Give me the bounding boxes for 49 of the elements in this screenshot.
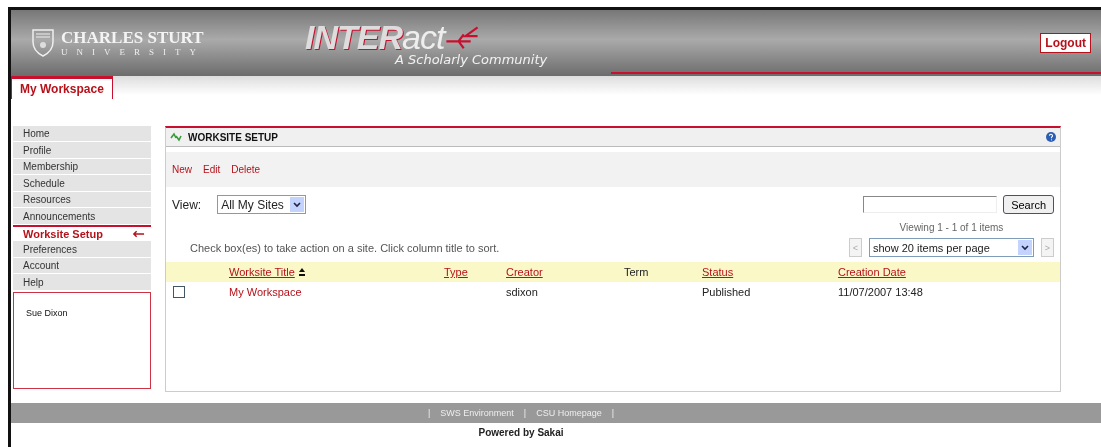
sort-ascending-icon <box>297 268 306 276</box>
chevron-down-icon <box>1021 244 1029 251</box>
powered-by: Powered by Sakai <box>478 427 564 438</box>
tagline: A Scholarly Community <box>395 51 548 67</box>
column-header: Term <box>624 266 649 278</box>
logout-button[interactable]: Logout <box>1040 33 1091 53</box>
action-link[interactable]: New <box>172 164 192 175</box>
site-link[interactable]: My Workspace <box>229 286 302 298</box>
site-tab[interactable]: My Workspace <box>11 76 113 99</box>
university-subtitle: UNIVERSITY <box>61 47 205 57</box>
sidebar-item[interactable]: Help <box>13 274 151 290</box>
action-link[interactable]: Edit <box>203 164 221 175</box>
footer-separator: | <box>523 408 527 418</box>
sidebar-item[interactable]: Announcements <box>13 208 151 224</box>
view-dropdown[interactable]: All My Sites <box>217 195 306 214</box>
page-size-dropdown[interactable]: show 20 items per page <box>869 238 1034 257</box>
view-label: View: <box>172 197 202 212</box>
sidebar-item[interactable]: Resources <box>13 191 151 208</box>
crest-icon <box>31 28 55 58</box>
tool-title: WORKSITE SETUP <box>188 131 278 143</box>
column-header[interactable]: Type <box>444 266 468 278</box>
column-header[interactable]: Status <box>702 266 734 278</box>
viewing-count: Viewing 1 - 1 of 1 items <box>899 222 1004 233</box>
search-field[interactable] <box>863 196 998 213</box>
instructions: Check box(es) to take action on a site. Click column title to sort. <box>190 242 501 256</box>
sidebar-item[interactable]: Account <box>13 257 151 274</box>
search-button[interactable]: Search <box>1003 195 1054 214</box>
footer-separator: | <box>427 408 431 418</box>
chevron-down-icon <box>292 201 301 208</box>
user-name: Sue Dixon <box>26 307 68 318</box>
university-name: CHARLES STURT <box>61 29 205 47</box>
sidebar-item[interactable]: Worksite Setup <box>13 224 151 241</box>
footer-separator: | <box>611 408 615 418</box>
column-header[interactable]: Worksite Title <box>229 266 306 278</box>
sidebar-item[interactable]: Profile <box>13 142 151 158</box>
help-icon[interactable] <box>1046 132 1056 142</box>
table-cell: 11/07/2007 13:48 <box>838 286 923 298</box>
arrow-left-icon <box>132 229 145 238</box>
column-header[interactable]: Creation Date <box>838 266 906 278</box>
sidebar-item[interactable]: Membership <box>13 158 151 175</box>
action-link[interactable]: Delete <box>231 164 261 175</box>
column-header[interactable]: Creator <box>506 266 543 278</box>
sidebar-item[interactable]: Schedule <box>13 175 151 191</box>
sidebar-item[interactable]: Preferences <box>13 241 151 257</box>
sidebar-item[interactable]: Home <box>13 126 151 142</box>
brand-name: INTERact <box>305 19 445 54</box>
table-cell: Published <box>702 286 751 298</box>
table-cell: sdixon <box>506 286 538 298</box>
row-checkbox[interactable] <box>173 286 185 298</box>
